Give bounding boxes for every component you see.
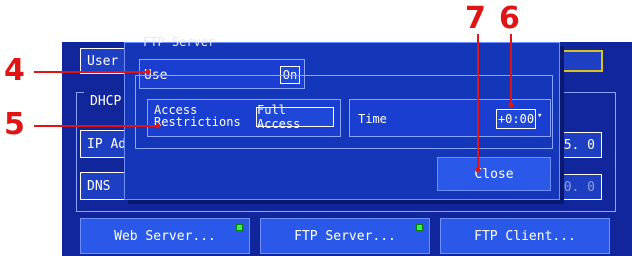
callout-7-dot (475, 167, 481, 173)
callout-4-dot (145, 69, 151, 75)
callout-5: 5 (4, 107, 25, 142)
callout-4: 4 (4, 53, 25, 88)
callout-leaders (34, 34, 514, 173)
callout-7: 7 (465, 1, 486, 36)
callout-5-dot (155, 123, 161, 129)
callout-6: 6 (499, 1, 520, 36)
callout-6-dot (508, 102, 514, 108)
